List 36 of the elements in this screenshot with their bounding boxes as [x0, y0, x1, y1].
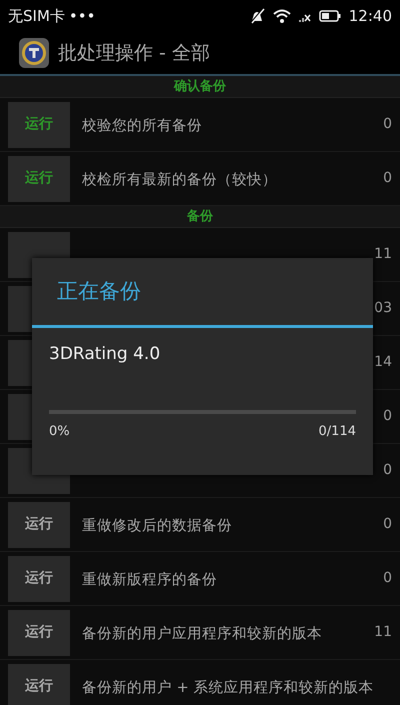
task-label: 重做新版程序的备份 [82, 572, 217, 588]
current-app-name: 3DRating 4.0 [49, 344, 160, 364]
run-button[interactable]: 运行 [8, 156, 70, 202]
dialog-title: 正在备份 [57, 278, 141, 305]
progress-percent: 0% [49, 422, 70, 440]
item-count: 11 [374, 245, 392, 264]
screen-title: 批处理操作 - 全部 [58, 40, 210, 66]
run-button[interactable]: 运行 [8, 502, 70, 548]
app-icon[interactable] [18, 37, 50, 69]
item-count: 11 [374, 623, 392, 642]
section-header: 备份 [187, 208, 213, 226]
task-label: 校检所有最新的备份（较快） [82, 172, 277, 188]
item-count: 0 [383, 461, 392, 480]
run-button[interactable]: 运行 [8, 102, 70, 148]
progress-count: 0/114 [318, 422, 356, 440]
battery-icon [318, 10, 341, 22]
task-label: 校验您的所有备份 [82, 118, 202, 134]
task-label: 重做修改后的数据备份 [82, 518, 232, 534]
task-label: 备份新的用户应用程序和较新的版本 [82, 626, 322, 642]
notification-dots: ••• [68, 6, 96, 27]
item-count: 14 [374, 353, 392, 372]
clock: 12:40 [348, 6, 392, 27]
run-button[interactable]: 运行 [8, 610, 70, 656]
wifi-icon [272, 9, 291, 23]
item-count: 0 [383, 569, 392, 588]
run-button[interactable]: 运行 [8, 664, 70, 705]
carrier-name: 无SIM卡 [8, 6, 65, 27]
notifications-off-icon [248, 8, 265, 24]
item-count: 0 [383, 115, 392, 134]
task-label: 备份新的用户 + 系统应用程序和较新的版本 [82, 680, 374, 696]
run-button[interactable]: 运行 [8, 556, 70, 602]
item-count: 0 [383, 407, 392, 426]
item-count: 0 [383, 515, 392, 534]
item-count: 03 [374, 299, 392, 318]
item-count: 0 [383, 169, 392, 188]
section-header: 确认备份 [174, 78, 226, 96]
